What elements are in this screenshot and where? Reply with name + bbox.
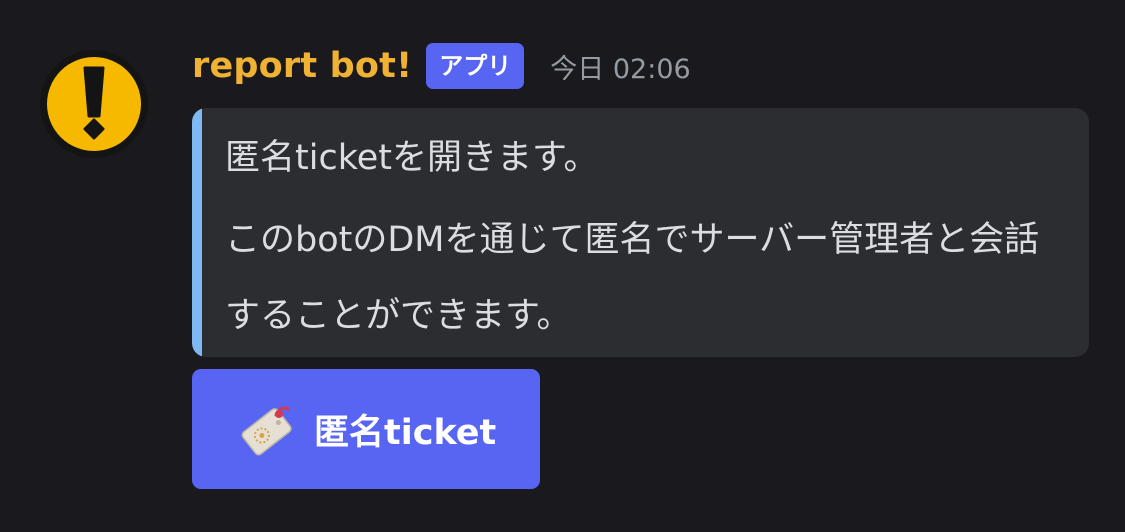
embed-accent-bar (192, 108, 202, 357)
embed-description: 匿名ticketを開きます。 このbotのDMを通じて匿名でサーバー管理者と会話… (225, 122, 1061, 354)
ticket-tag-icon (238, 401, 294, 457)
message-embed: 匿名ticketを開きます。 このbotのDMを通じて匿名でサーバー管理者と会話… (192, 108, 1089, 357)
exclamation-warning-icon (40, 50, 148, 158)
anonymous-ticket-button[interactable]: 匿名ticket (192, 369, 540, 489)
app-badge: アプリ (426, 43, 525, 89)
author-name[interactable]: report bot! (192, 46, 412, 86)
embed-text-line: 匿名ticketを開きます。 (225, 138, 599, 178)
button-label: 匿名ticket (314, 412, 497, 453)
embed-text-paragraph: このbotのDMを通じて匿名でサーバー管理者と会話することができます。 (225, 220, 1040, 336)
bot-avatar[interactable] (38, 48, 150, 160)
message-timestamp[interactable]: 今日 02:06 (550, 47, 690, 86)
chat-message: report bot! アプリ 今日 02:06 匿名ticketを開きます。 … (0, 0, 1125, 532)
message-header: report bot! アプリ 今日 02:06 (192, 40, 691, 92)
